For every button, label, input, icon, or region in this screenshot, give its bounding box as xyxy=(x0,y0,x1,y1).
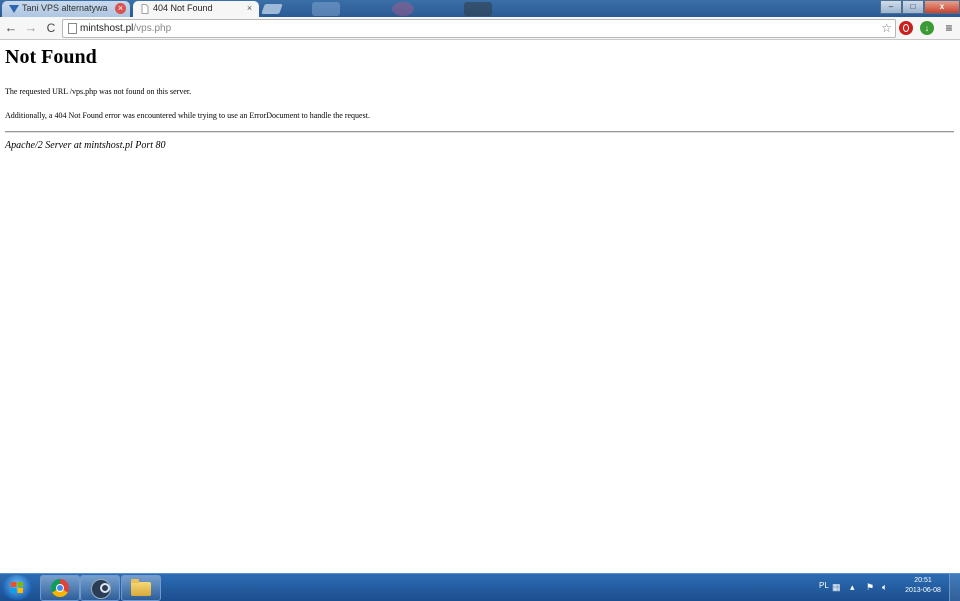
tab-close-icon[interactable]: × xyxy=(115,3,126,14)
tab-close-icon[interactable]: × xyxy=(244,3,255,14)
steam-icon xyxy=(91,579,111,599)
forward-button[interactable]: → xyxy=(23,20,39,36)
start-button[interactable] xyxy=(2,575,32,600)
taskbar-steam-button[interactable] xyxy=(80,575,120,601)
browser-toolbar: ← → C mintshost.pl/vps.php ☆ ↓ ≡ xyxy=(0,17,960,40)
volume-icon[interactable]: 🔈︎ xyxy=(882,582,887,592)
url-text[interactable]: mintshost.pl/vps.php xyxy=(80,20,171,37)
divider xyxy=(5,131,954,133)
taskbar-chrome-button[interactable] xyxy=(40,575,80,601)
tab-label: Tani VPS alternatywa kont xyxy=(22,3,110,13)
red-extension-icon[interactable] xyxy=(899,21,913,35)
page-favicon-icon xyxy=(141,4,149,14)
error-message: The requested URL /vps.php was not found… xyxy=(5,87,192,96)
clock-date: 2013-06-08 xyxy=(905,587,941,594)
chrome-menu-icon[interactable]: ≡ xyxy=(942,20,956,36)
site-favicon-icon xyxy=(9,5,19,13)
language-indicator[interactable]: PL xyxy=(819,581,829,590)
window-controls: – □ x xyxy=(880,0,960,14)
address-bar[interactable]: mintshost.pl/vps.php ☆ xyxy=(62,19,896,38)
background-window-blob xyxy=(392,2,414,16)
show-hidden-icons-icon[interactable]: ▴ xyxy=(850,582,855,592)
minimize-button[interactable]: – xyxy=(880,0,902,14)
maximize-button[interactable]: □ xyxy=(902,0,924,14)
back-button[interactable]: ← xyxy=(3,20,19,36)
background-window-blob xyxy=(464,2,492,16)
reload-button[interactable]: C xyxy=(43,20,59,36)
error-document-message: Additionally, a 404 Not Found error was … xyxy=(5,111,370,120)
folder-icon xyxy=(131,579,151,596)
tab-label: 404 Not Found xyxy=(153,3,213,13)
url-host: mintshost.pl xyxy=(80,23,134,34)
background-window-blob xyxy=(312,2,340,16)
bookmark-star-icon[interactable]: ☆ xyxy=(881,20,892,37)
tab-tani-vps[interactable]: Tani VPS alternatywa kont × xyxy=(2,1,130,17)
taskbar-explorer-button[interactable] xyxy=(121,575,161,601)
chrome-icon xyxy=(51,579,69,597)
clock-time: 20:51 xyxy=(914,577,932,584)
tab-404-not-found[interactable]: 404 Not Found × xyxy=(133,1,259,17)
windows-logo-icon xyxy=(11,582,23,593)
windows-taskbar: PL ▦ ▴ ⚑ 🔈︎ 20:51 2013-06-08 xyxy=(0,573,960,601)
green-extension-icon[interactable]: ↓ xyxy=(920,21,934,35)
server-signature: Apache/2 Server at mintshost.pl Port 80 xyxy=(5,140,166,151)
page-title: Not Found xyxy=(5,46,97,68)
action-center-flag-icon[interactable]: ⚑ xyxy=(866,582,874,592)
clock[interactable]: 20:51 2013-06-08 xyxy=(901,576,945,596)
new-tab-button[interactable] xyxy=(261,4,283,14)
close-window-button[interactable]: x xyxy=(924,0,960,14)
keyboard-icon[interactable]: ▦ xyxy=(832,582,841,592)
page-content: Not Found The requested URL /vps.php was… xyxy=(0,40,960,573)
page-icon xyxy=(68,23,77,34)
browser-tab-strip: Tani VPS alternatywa kont × 404 Not Foun… xyxy=(0,0,960,17)
url-path: /vps.php xyxy=(133,23,172,34)
show-desktop-button[interactable] xyxy=(949,574,960,601)
